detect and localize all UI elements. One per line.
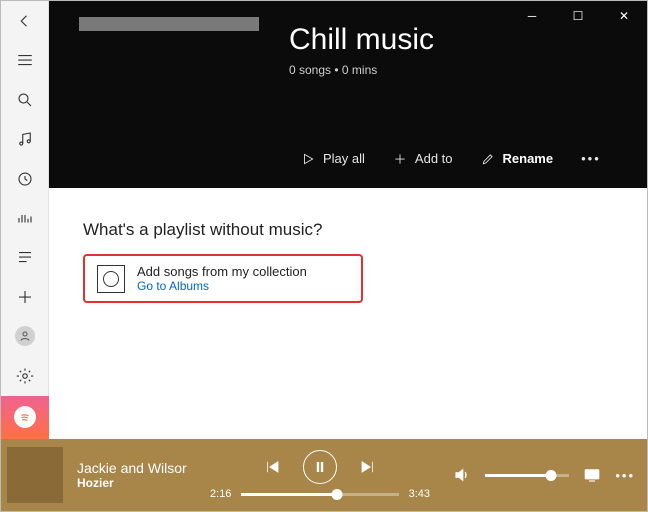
- cast-button[interactable]: [583, 466, 601, 484]
- album-art[interactable]: [7, 447, 63, 503]
- spotify-button[interactable]: [1, 396, 49, 439]
- empty-heading: What's a playlist without music?: [83, 220, 613, 240]
- previous-button[interactable]: [263, 458, 281, 476]
- volume-slider[interactable]: [485, 474, 569, 477]
- player-bar: Jackie and Wilsor Hozier 2:16 3:43 •••: [1, 439, 647, 511]
- redacted-label: [79, 17, 259, 31]
- add-to-button[interactable]: Add to: [381, 145, 465, 172]
- window-minimize[interactable]: ─: [509, 1, 555, 31]
- album-icon: [97, 265, 125, 293]
- track-artist: Hozier: [77, 476, 187, 490]
- hamburger-button[interactable]: [1, 40, 49, 79]
- settings-button[interactable]: [1, 356, 49, 395]
- window-maximize[interactable]: ☐: [555, 1, 601, 31]
- time-elapsed: 2:16: [210, 488, 231, 500]
- add-songs-label: Add songs from my collection: [137, 264, 307, 279]
- progress-slider[interactable]: [241, 493, 398, 496]
- search-button[interactable]: [1, 80, 49, 119]
- my-music-button[interactable]: [1, 119, 49, 158]
- window-close[interactable]: ✕: [601, 1, 647, 31]
- now-playing-button[interactable]: [1, 198, 49, 237]
- player-more-button[interactable]: •••: [615, 468, 635, 483]
- back-button[interactable]: [1, 1, 49, 40]
- playlists-button[interactable]: [1, 238, 49, 277]
- profile-button[interactable]: [1, 317, 49, 356]
- more-button[interactable]: •••: [569, 145, 613, 172]
- new-playlist-button[interactable]: [1, 277, 49, 316]
- recent-button[interactable]: [1, 159, 49, 198]
- sidebar: [1, 1, 49, 439]
- next-button[interactable]: [359, 458, 377, 476]
- play-pause-button[interactable]: [303, 450, 337, 484]
- track-title: Jackie and Wilsor: [77, 460, 187, 476]
- time-total: 3:43: [409, 488, 430, 500]
- add-songs-card[interactable]: Add songs from my collection Go to Album…: [83, 254, 363, 303]
- playlist-meta: 0 songs • 0 mins: [289, 63, 617, 77]
- rename-button[interactable]: Rename: [469, 145, 566, 172]
- go-to-albums-link[interactable]: Go to Albums: [137, 279, 307, 293]
- volume-icon[interactable]: [453, 466, 471, 484]
- playlist-body: What's a playlist without music? Add son…: [49, 188, 647, 439]
- playlist-header: ─ ☐ ✕ Chill music 0 songs • 0 mins Play …: [49, 1, 647, 188]
- play-all-button[interactable]: Play all: [289, 145, 377, 172]
